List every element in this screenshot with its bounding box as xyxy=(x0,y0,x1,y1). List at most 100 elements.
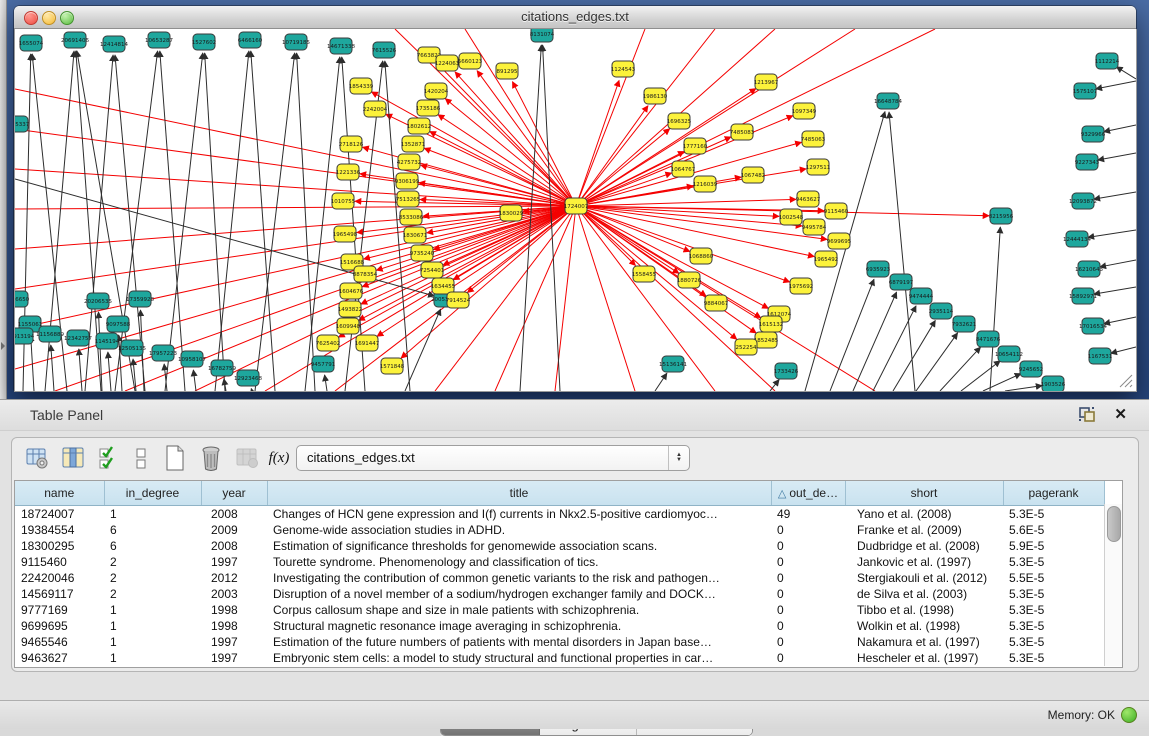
graph-node[interactable]: 20691406 xyxy=(61,32,89,48)
graph-node[interactable]: 1691447 xyxy=(355,335,380,351)
table-cell[interactable]: Jankovic et al. (1997) xyxy=(845,554,1003,570)
graph-node[interactable]: 12414814 xyxy=(100,36,128,52)
graph-node[interactable]: 1975692 xyxy=(789,278,814,294)
graph-node[interactable]: 8533086 xyxy=(399,209,424,225)
table-cell[interactable]: 0 xyxy=(771,634,845,650)
table-row[interactable]: 969969511998Structural magnetic resonanc… xyxy=(15,618,1104,634)
graph-node[interactable]: 1213967 xyxy=(754,74,779,90)
graph-node[interactable]: 1903526 xyxy=(1041,376,1066,391)
table-cell[interactable]: 9115460 xyxy=(15,554,104,570)
table-cell[interactable]: Hescheler et al. (1997) xyxy=(845,650,1003,666)
table-cell[interactable]: 0 xyxy=(771,522,845,538)
graph-node[interactable]: 252254 xyxy=(735,339,757,355)
unselect-all-columns-button[interactable] xyxy=(126,444,156,472)
table-cell[interactable]: 5.3E-5 xyxy=(1003,554,1104,570)
graph-node[interactable]: 1010755 xyxy=(331,193,356,209)
graph-node[interactable]: 7615526 xyxy=(372,42,397,58)
panel-expand-arrow-icon[interactable] xyxy=(1,342,5,350)
graph-node[interactable]: 1067482 xyxy=(741,167,766,183)
table-cell[interactable]: Corpus callosum shape and size in male p… xyxy=(267,602,771,618)
table-cell[interactable]: 5.6E-5 xyxy=(1003,522,1104,538)
graph-node[interactable]: 8471676 xyxy=(976,331,1001,347)
graph-node[interactable]: 1655337 xyxy=(15,116,30,132)
table-cell[interactable]: 1 xyxy=(104,634,201,650)
column-header-in_degree[interactable]: in_degree xyxy=(104,481,201,506)
citation-graph[interactable]: 1655074206914061241481410653287152760264… xyxy=(15,29,1136,391)
node-table[interactable]: namein_degreeyeartitle△out_de…shortpager… xyxy=(14,480,1123,668)
table-cell[interactable]: 22420046 xyxy=(15,570,104,586)
table-row[interactable]: 1456911722003Disruption of a novel membe… xyxy=(15,586,1104,602)
graph-node[interactable]: 9884067 xyxy=(704,295,729,311)
column-header-pagerank[interactable]: pagerank xyxy=(1003,481,1104,506)
delete-table-button[interactable] xyxy=(232,444,262,472)
table-cell[interactable]: 9465546 xyxy=(15,634,104,650)
table-row[interactable]: 911546021997Tourette syndrome. Phenomeno… xyxy=(15,554,1104,570)
graph-node[interactable]: 1880726 xyxy=(677,272,702,288)
table-row[interactable]: 946362711997Embryonic stem cells: a mode… xyxy=(15,650,1104,666)
graph-node[interactable]: 6935923 xyxy=(866,261,891,277)
graph-node[interactable]: 12342757 xyxy=(64,330,92,346)
graph-node[interactable]: 17016534 xyxy=(1079,318,1107,334)
table-cell[interactable]: 1997 xyxy=(201,650,267,666)
table-cell[interactable]: 0 xyxy=(771,602,845,618)
graph-node[interactable]: 7914524 xyxy=(446,292,471,308)
table-cell[interactable]: 1997 xyxy=(201,554,267,570)
graph-node[interactable]: 1145194 xyxy=(95,333,120,349)
graph-node[interactable]: 10719185 xyxy=(282,34,310,50)
graph-node[interactable]: 1068860 xyxy=(689,248,714,264)
graph-node[interactable]: 7625402 xyxy=(316,335,341,351)
table-cell[interactable]: 5.3E-5 xyxy=(1003,506,1104,523)
graph-node[interactable]: 7485063 xyxy=(801,131,826,147)
table-cell[interactable]: 2003 xyxy=(201,586,267,602)
graph-node[interactable]: 15136141 xyxy=(659,356,687,372)
graph-node[interactable]: 1571848 xyxy=(380,358,405,374)
table-cell[interactable]: Estimation of the future numbers of pati… xyxy=(267,634,771,650)
graph-node[interactable]: 9329966 xyxy=(1081,126,1106,142)
graph-node[interactable]: 9457791 xyxy=(311,356,336,372)
table-cell[interactable]: 1 xyxy=(104,506,201,523)
graph-node[interactable]: 1558455 xyxy=(632,266,657,282)
graph-node[interactable]: 1493822 xyxy=(338,301,363,317)
table-cell[interactable]: 2 xyxy=(104,586,201,602)
close-panel-icon[interactable]: ✕ xyxy=(1114,405,1127,423)
create-column-button[interactable] xyxy=(160,444,190,472)
graph-node[interactable]: 1830029 xyxy=(499,205,524,221)
table-cell[interactable]: 1 xyxy=(104,618,201,634)
table-cell[interactable]: 0 xyxy=(771,570,845,586)
graph-node[interactable]: 1002548 xyxy=(779,209,804,225)
graph-node[interactable]: 9306199 xyxy=(395,173,420,189)
graph-node[interactable]: 1352871 xyxy=(401,136,426,152)
table-cell[interactable]: 18724007 xyxy=(15,506,104,523)
graph-node[interactable]: 1297511 xyxy=(806,159,831,175)
graph-node[interactable]: 1575107 xyxy=(1073,83,1098,99)
graph-node[interactable]: 2516650 xyxy=(15,291,30,307)
graph-node[interactable]: 2242004 xyxy=(363,101,388,117)
table-cell[interactable]: Yano et al. (2008) xyxy=(845,506,1003,523)
graph-node[interactable]: 1112214 xyxy=(1095,53,1120,69)
table-cell[interactable]: Investigating the contribution of common… xyxy=(267,570,771,586)
graph-node[interactable]: 10958107 xyxy=(178,351,206,367)
graph-node[interactable]: 10654112 xyxy=(995,346,1023,362)
table-cell[interactable]: 49 xyxy=(771,506,845,523)
graph-node[interactable]: 9463627 xyxy=(796,191,821,207)
graph-node[interactable]: 12093872 xyxy=(1069,193,1097,209)
graph-node[interactable]: 17359928 xyxy=(126,291,154,307)
graph-node[interactable]: 5660123 xyxy=(458,53,483,69)
table-cell[interactable]: 2009 xyxy=(201,522,267,538)
graph-node[interactable]: 7932621 xyxy=(952,316,977,332)
graph-node[interactable]: 2718126 xyxy=(339,136,364,152)
table-cell[interactable]: Genome-wide association studies in ADHD. xyxy=(267,522,771,538)
graph-node[interactable]: 8215956 xyxy=(989,208,1014,224)
graph-node[interactable]: 2935114 xyxy=(929,303,954,319)
graph-node[interactable]: 1802612 xyxy=(407,118,432,134)
show-columns-button[interactable] xyxy=(58,444,88,472)
graph-node[interactable]: 4275732 xyxy=(397,154,422,170)
table-cell[interactable]: Wolkin et al. (1998) xyxy=(845,618,1003,634)
graph-node[interactable]: 1696325 xyxy=(667,113,692,129)
table-header-row[interactable]: namein_degreeyeartitle△out_de…shortpager… xyxy=(15,481,1104,506)
graph-node[interactable]: 1527602 xyxy=(192,34,217,50)
graph-node[interactable]: 9474444 xyxy=(909,288,934,304)
table-selector-dropdown[interactable]: citations_edges.txt ▲▼ xyxy=(296,445,690,471)
table-cell[interactable]: 2 xyxy=(104,554,201,570)
table-scrollbar[interactable] xyxy=(1104,504,1122,666)
